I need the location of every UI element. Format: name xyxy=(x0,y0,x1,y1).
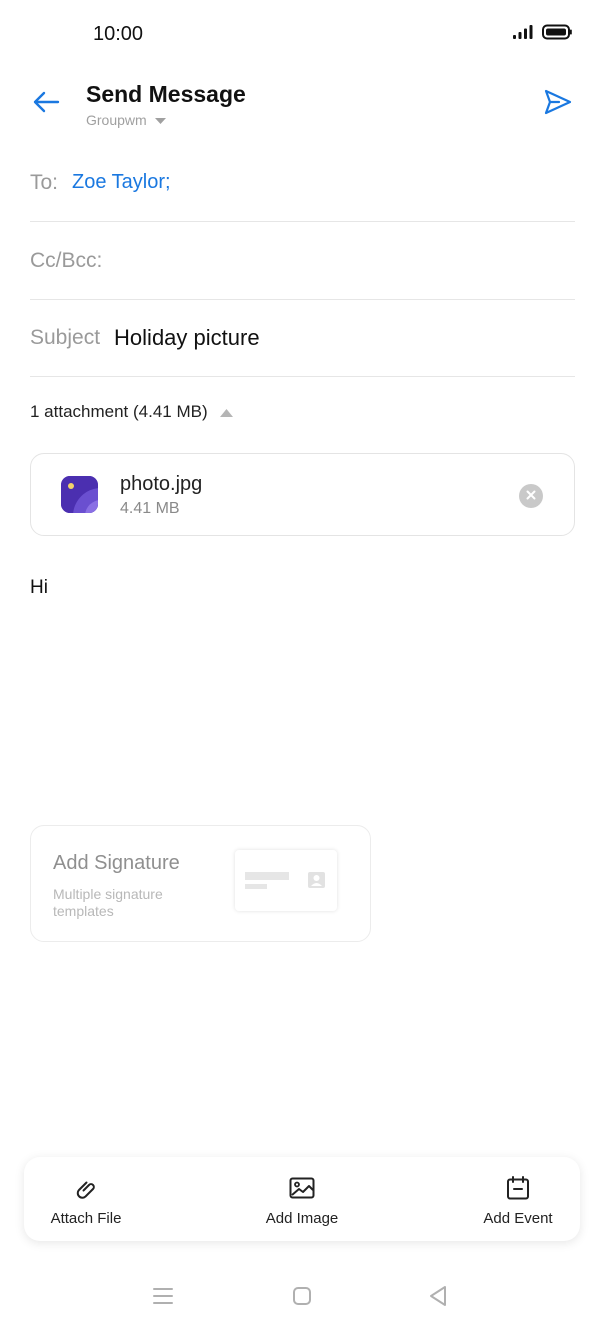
page-title: Send Message xyxy=(86,81,246,107)
status-icons xyxy=(512,24,572,45)
to-label: To: xyxy=(30,170,59,194)
signature-title: Add Signature xyxy=(53,852,180,874)
subject-field[interactable]: Subject Holiday picture xyxy=(30,299,575,377)
remove-attachment-button[interactable] xyxy=(519,484,543,508)
send-icon xyxy=(544,89,572,120)
signature-preview-icon xyxy=(235,850,337,911)
cc-bcc-label: Cc/Bcc: xyxy=(30,248,103,272)
compose-toolbar: Attach File Add Image Add Event xyxy=(24,1157,580,1241)
close-icon xyxy=(526,487,536,505)
image-icon xyxy=(289,1176,315,1200)
attachment-summary: 1 attachment (4.41 MB) xyxy=(30,402,208,421)
back-nav-button[interactable] xyxy=(423,1285,453,1312)
signal-icon xyxy=(512,24,534,45)
add-image-button[interactable]: Add Image xyxy=(260,1157,344,1241)
menu-icon xyxy=(152,1287,174,1310)
attach-file-button[interactable]: Attach File xyxy=(44,1157,128,1241)
caret-down-icon xyxy=(154,112,166,128)
attachment-card[interactable]: photo.jpg 4.41 MB xyxy=(30,453,575,536)
add-image-label: Add Image xyxy=(265,1210,339,1227)
add-event-button[interactable]: Add Event xyxy=(476,1157,560,1241)
add-signature-card[interactable]: Add Signature Multiple signature templat… xyxy=(30,825,371,942)
paperclip-icon xyxy=(74,1176,98,1200)
add-event-label: Add Event xyxy=(483,1210,553,1227)
calendar-icon xyxy=(506,1176,530,1200)
app-header: Send Message Groupwm xyxy=(0,70,604,140)
attach-file-label: Attach File xyxy=(50,1210,122,1227)
home-icon xyxy=(292,1286,312,1311)
recipient-chip[interactable]: Zoe Taylor; xyxy=(72,171,171,194)
subject-label: Subject xyxy=(30,325,101,349)
message-body[interactable]: Hi xyxy=(30,577,48,599)
image-file-icon xyxy=(61,476,98,513)
signature-subtitle: Multiple signature templates xyxy=(53,886,163,919)
back-triangle-icon xyxy=(428,1285,448,1312)
subject-value[interactable]: Holiday picture xyxy=(114,325,260,351)
arrow-left-icon xyxy=(32,91,60,118)
menu-button[interactable] xyxy=(148,1286,178,1310)
battery-icon xyxy=(542,24,572,45)
account-selector[interactable]: Groupwm xyxy=(86,112,166,128)
send-button[interactable] xyxy=(540,86,576,122)
to-field[interactable]: To: Zoe Taylor; xyxy=(30,144,575,222)
home-button[interactable] xyxy=(287,1286,317,1310)
system-nav-bar xyxy=(0,1270,604,1330)
status-bar: 10:00 xyxy=(0,0,604,70)
status-time: 10:00 xyxy=(93,23,144,45)
attachment-summary-toggle[interactable]: 1 attachment (4.41 MB) xyxy=(30,402,233,422)
attachment-size: 4.41 MB xyxy=(120,500,180,517)
back-button[interactable] xyxy=(28,88,64,120)
cc-bcc-field[interactable]: Cc/Bcc: xyxy=(30,222,575,300)
attachment-name: photo.jpg xyxy=(120,473,203,495)
caret-up-icon xyxy=(219,402,233,422)
account-name: Groupwm xyxy=(86,112,147,128)
